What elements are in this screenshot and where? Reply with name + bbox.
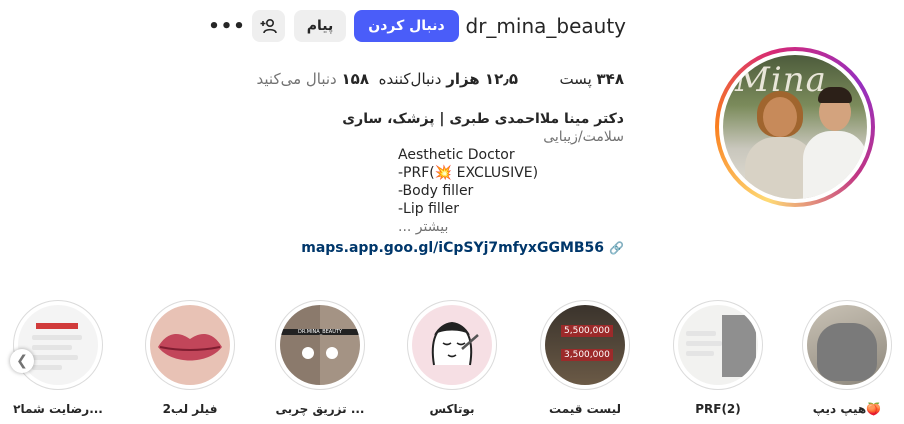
chevron-left-icon: ❮ [16, 353, 28, 369]
message-button[interactable]: پیام [294, 10, 346, 42]
avatar[interactable]: Mina [723, 55, 867, 199]
posts-count: ۳۴۸ پست [559, 70, 624, 88]
person-plus-icon [260, 18, 277, 34]
following-link[interactable]: ۱۵۸ دنبال می‌کنید [257, 70, 369, 88]
highlight-chat-line [686, 331, 716, 336]
bio-line-text: -PRF( [398, 165, 435, 181]
link-icon: 🔗 [609, 241, 624, 255]
highlight-chat-line [32, 335, 82, 340]
bio-more-button[interactable]: بیشتر ... [398, 218, 624, 236]
highlight-item[interactable]: PRF(2) [673, 300, 763, 416]
lips-icon [158, 334, 222, 361]
highlight-chat-line [32, 355, 78, 360]
highlight-thumbnail-hip [807, 305, 887, 385]
highlight-ring[interactable]: DR.MINA_BEAUTY [275, 300, 365, 390]
bio-line: -Body filler [398, 183, 474, 199]
profile-avatar-ring[interactable]: Mina [715, 47, 875, 207]
highlight-chat-line [686, 341, 722, 346]
highlight-thumbnail-testimonials [18, 305, 98, 385]
highlight-thumbnail-price-list: 5,500,000 3,500,000 [545, 305, 625, 385]
bio-line: -Lip filler [398, 201, 460, 217]
price-tag: 3,500,000 [561, 349, 613, 361]
bio-line-text: EXCLUSIVE) [452, 165, 539, 181]
avatar-person-man-hair [818, 87, 852, 103]
highlight-ring[interactable] [407, 300, 497, 390]
followers-number: ۱۲٫۵ هزار [446, 70, 518, 88]
highlight-label: بوتاکس [429, 402, 475, 416]
following-number: ۱۵۸ [341, 70, 369, 88]
avatar-person-man-coat [803, 131, 867, 199]
bio-text: Aesthetic Doctor -PRF(💥 EXCLUSIVE) -Body… [398, 146, 624, 218]
posts-number: ۳۴۸ [596, 70, 624, 88]
highlight-ring[interactable] [673, 300, 763, 390]
following-label: دنبال می‌کنید [256, 70, 337, 88]
highlight-chat-line [32, 345, 72, 350]
highlight-label: تزریق چربی ... [275, 402, 365, 416]
highlight-header-bar [36, 323, 78, 329]
highlight-thumbnail-fat-injection: DR.MINA_BEAUTY [280, 305, 360, 385]
highlight-item[interactable]: بوتاکس [407, 300, 497, 416]
bio-full-name: دکتر مینا ملااحمدی طبری | پزشک، ساری [342, 111, 624, 127]
highlight-label: رضایت شما۲... [13, 402, 103, 416]
highlight-item[interactable]: هیپ دیپ🍑 [802, 300, 892, 416]
collision-emoji-icon: 💥 [434, 165, 453, 181]
followers-link[interactable]: ۱۲٫۵ هزار دنبال‌کننده [379, 70, 518, 88]
highlight-ring[interactable] [802, 300, 892, 390]
highlight-thumbnail-lip-filler [150, 305, 230, 385]
profile-username: dr_mina_beauty [465, 14, 627, 38]
price-tag: 5,500,000 [561, 325, 613, 337]
add-user-button[interactable] [252, 10, 285, 42]
highlight-thumbnail-prf [678, 305, 758, 385]
highlight-item[interactable]: 5,500,000 3,500,000 لیست قیمت [540, 300, 630, 416]
follow-button[interactable]: دنبال کردن [354, 10, 459, 42]
followers-label: دنبال‌کننده [378, 70, 442, 88]
highlight-ring[interactable] [145, 300, 235, 390]
avatar-person-woman [763, 97, 797, 137]
avatar-border: Mina [719, 51, 871, 203]
highlight-thumbnail-botox [412, 305, 492, 385]
profile-bio: دکتر مینا ملااحمدی طبری | پزشک، ساری سلا… [244, 110, 624, 257]
highlight-label: هیپ دیپ🍑 [812, 402, 882, 416]
highlights-prev-button[interactable]: ❮ [10, 349, 34, 373]
highlight-item[interactable]: فیلر لب2 [145, 300, 235, 416]
ellipsis-icon: ••• [208, 15, 246, 37]
bio-line: Aesthetic Doctor [398, 147, 515, 163]
highlight-chat-line [32, 365, 62, 370]
bio-external-link[interactable]: maps.app.goo.gl/iCpSYj7mfyxGGMB56 🔗 [244, 239, 624, 257]
face-icon [431, 321, 479, 366]
highlight-ring[interactable]: 5,500,000 3,500,000 [540, 300, 630, 390]
before-after-banner: DR.MINA_BEAUTY [280, 329, 360, 335]
highlight-figure [817, 323, 877, 381]
highlight-chat-line [686, 351, 714, 356]
highlight-label: لیست قیمت [549, 402, 621, 416]
bio-category: سلامت/زیبایی [543, 129, 624, 145]
highlight-label: فیلر لب2 [162, 402, 218, 416]
highlight-photo [722, 315, 756, 377]
bio-line: -PRF(💥 EXCLUSIVE) [398, 164, 624, 182]
highlight-dot [302, 347, 314, 359]
highlight-dot [326, 347, 338, 359]
bio-link-text[interactable]: maps.app.goo.gl/iCpSYj7mfyxGGMB56 [301, 239, 604, 257]
posts-label: پست [559, 70, 592, 88]
more-options-button[interactable]: ••• [208, 10, 245, 42]
highlight-ring[interactable] [13, 300, 103, 390]
highlight-label: PRF(2) [695, 402, 741, 416]
highlight-item[interactable]: DR.MINA_BEAUTY تزریق چربی ... [275, 300, 365, 416]
